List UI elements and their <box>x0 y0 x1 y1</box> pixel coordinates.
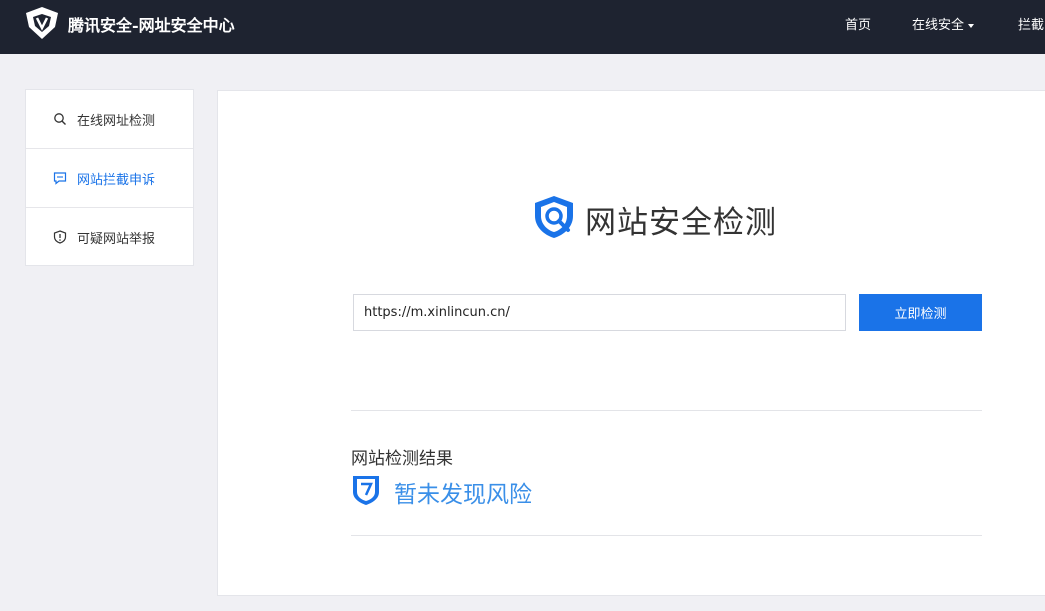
page-title: 网站安全检测 <box>585 205 777 241</box>
divider <box>351 410 982 411</box>
nav-home[interactable]: 首页 <box>845 14 871 33</box>
chat-icon <box>53 172 67 185</box>
nav-online-security-label: 在线安全 <box>912 18 965 33</box>
top-navbar: 腾讯安全-网址安全中心 首页 在线安全 拦截 <box>0 0 1045 54</box>
nav-intercept[interactable]: 拦截 <box>1018 14 1044 33</box>
url-input[interactable] <box>353 294 846 331</box>
check-now-button[interactable]: 立即检测 <box>859 294 982 331</box>
sidebar-item-url-check[interactable]: 在线网址检测 <box>26 90 193 149</box>
sidebar-item-label: 在线网址检测 <box>77 114 156 129</box>
nav-online-security[interactable]: 在线安全 <box>912 14 975 33</box>
security-shield-search-icon <box>535 196 573 238</box>
sidebar: 在线网址检测 网站拦截申诉 可疑网站举报 <box>25 89 194 266</box>
result-status: 暂未发现风险 <box>394 482 532 508</box>
sidebar-item-label: 网站拦截申诉 <box>77 173 156 188</box>
safe-shield-icon <box>353 476 379 505</box>
caret-down-icon <box>968 23 975 28</box>
sidebar-item-appeal[interactable]: 网站拦截申诉 <box>26 149 193 208</box>
divider <box>351 535 982 536</box>
search-icon <box>54 113 66 125</box>
tencent-security-logo-icon[interactable] <box>24 5 60 41</box>
sidebar-item-report[interactable]: 可疑网站举报 <box>26 208 193 267</box>
brand-title[interactable]: 腾讯安全-网址安全中心 <box>68 12 235 36</box>
result-heading: 网站检测结果 <box>351 449 453 469</box>
sidebar-item-label: 可疑网站举报 <box>77 232 156 247</box>
shield-alert-icon <box>53 230 67 244</box>
main-panel: 网站安全检测 立即检测 网站检测结果 暂未发现风险 <box>217 90 1045 596</box>
